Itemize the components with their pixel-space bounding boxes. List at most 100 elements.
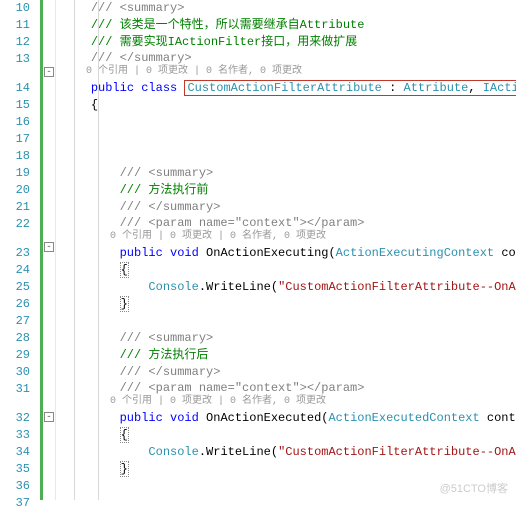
code-line[interactable]: /// <summary> <box>62 165 516 182</box>
change-bar <box>40 0 43 500</box>
code-lens[interactable]: 0 个引用 | 0 项更改 | 0 名作者, 0 项更改 <box>110 231 516 243</box>
method: WriteLine <box>206 445 271 459</box>
code-lens[interactable]: 0 个引用 | 0 项更改 | 0 名作者, 0 项更改 <box>110 396 516 408</box>
code-line[interactable]: } <box>62 461 516 478</box>
type: IActionFilter <box>483 81 516 95</box>
type: ActionExecutedContext <box>328 411 479 425</box>
comment: /// 方法执行前 <box>120 183 209 197</box>
xml-doc: /// <summary> <box>120 166 214 180</box>
xml-doc: /// </summary> <box>120 200 221 214</box>
line-number: 31 <box>0 381 30 410</box>
line-number: 28 <box>0 330 30 347</box>
code-line[interactable]: { <box>62 262 516 279</box>
keyword: void <box>170 411 199 425</box>
line-number: 34 <box>0 444 30 461</box>
code-line[interactable]: { <box>62 427 516 444</box>
indent-guide <box>98 0 99 500</box>
type: Console <box>148 280 198 294</box>
line-number-gutter: 10 11 12 13 14 15 16 17 18 19 20 21 22 2… <box>0 0 40 500</box>
fold-toggle[interactable]: - <box>44 412 54 422</box>
comment: /// 该类是一个特性，所以需要继承自Attribute <box>91 18 365 32</box>
line-number: 33 <box>0 427 30 444</box>
xml-doc: /// <param name="context"></param> <box>120 216 365 230</box>
xml-doc: /// </summary> <box>91 51 192 65</box>
code-line[interactable]: /// 该类是一个特性，所以需要继承自Attribute <box>62 17 516 34</box>
code-line[interactable] <box>62 131 516 148</box>
line-number: 11 <box>0 17 30 34</box>
code-line[interactable] <box>62 114 516 131</box>
type: CustomActionFilterAttribute <box>187 81 381 95</box>
code-line[interactable]: /// </summary> <box>62 199 516 216</box>
line-number: 17 <box>0 131 30 148</box>
code-lens[interactable]: 0 个引用 | 0 项更改 | 0 名作者, 0 项更改 <box>86 66 516 78</box>
type: ActionExecutingContext <box>336 246 494 260</box>
brace: { <box>120 427 129 443</box>
code-area[interactable]: /// <summary> /// 该类是一个特性，所以需要继承自Attribu… <box>56 0 516 500</box>
method: OnActionExecuted <box>206 411 321 425</box>
xml-doc: /// <summary> <box>91 1 185 15</box>
line-number: 26 <box>0 296 30 313</box>
keyword: void <box>170 246 199 260</box>
code-line[interactable]: /// 方法执行后 <box>62 347 516 364</box>
code-editor: 10 11 12 13 14 15 16 17 18 19 20 21 22 2… <box>0 0 516 500</box>
line-number: 12 <box>0 34 30 51</box>
brace: { <box>120 262 129 278</box>
method: OnActionExecuting <box>206 246 328 260</box>
code-line[interactable]: /// </summary>0 个引用 | 0 项更改 | 0 名作者, 0 项… <box>62 51 516 80</box>
keyword: public <box>120 411 163 425</box>
indent-guide <box>74 0 75 500</box>
xml-doc: /// <summary> <box>120 331 214 345</box>
fold-rail: - - - <box>40 0 56 500</box>
keyword: public <box>120 246 163 260</box>
string: "CustomActionFilterAttribute--OnActionEx… <box>278 280 516 294</box>
code-line[interactable]: { <box>62 97 516 114</box>
class-declaration-highlight: CustomActionFilterAttribute : Attribute,… <box>184 80 516 96</box>
fold-toggle[interactable]: - <box>44 67 54 77</box>
keyword: class <box>141 81 177 95</box>
code-line[interactable]: public class CustomActionFilterAttribute… <box>62 80 516 97</box>
line-number: 10 <box>0 0 30 17</box>
brace: } <box>120 461 129 477</box>
fold-toggle[interactable]: - <box>44 242 54 252</box>
line-number: 16 <box>0 114 30 131</box>
line-number: 21 <box>0 199 30 216</box>
code-line[interactable] <box>62 148 516 165</box>
line-number: 35 <box>0 461 30 478</box>
line-number: 13 <box>0 51 30 80</box>
line-number: 24 <box>0 262 30 279</box>
code-line[interactable]: /// <summary> <box>62 330 516 347</box>
code-line[interactable]: /// <param name="context"></param>0 个引用 … <box>62 216 516 245</box>
line-number: 36 <box>0 478 30 495</box>
code-line[interactable]: Console.WriteLine("CustomActionFilterAtt… <box>62 444 516 461</box>
line-number: 22 <box>0 216 30 245</box>
watermark: @51CTO博客 <box>440 480 508 496</box>
type: Attribute <box>404 81 469 95</box>
line-number: 14 <box>0 80 30 97</box>
type: Console <box>148 445 198 459</box>
line-number: 15 <box>0 97 30 114</box>
line-number: 20 <box>0 182 30 199</box>
code-line[interactable]: } <box>62 296 516 313</box>
method: WriteLine <box>206 280 271 294</box>
code-line[interactable]: public void OnActionExecuted(ActionExecu… <box>62 410 516 427</box>
code-line[interactable]: /// 需要实现IActionFilter接口，用来做扩展 <box>62 34 516 51</box>
code-line[interactable]: /// <param name="context"></param>0 个引用 … <box>62 381 516 410</box>
line-number: 23 <box>0 245 30 262</box>
line-number: 32 <box>0 410 30 427</box>
comment: /// 需要实现IActionFilter接口，用来做扩展 <box>91 35 357 49</box>
code-line[interactable]: /// 方法执行前 <box>62 182 516 199</box>
line-number: 25 <box>0 279 30 296</box>
code-line[interactable]: public void OnActionExecuting(ActionExec… <box>62 245 516 262</box>
code-line[interactable]: Console.WriteLine("CustomActionFilterAtt… <box>62 279 516 296</box>
xml-doc: /// </summary> <box>120 365 221 379</box>
code-line[interactable] <box>62 495 516 512</box>
param: context <box>501 246 516 260</box>
param: context <box>487 411 516 425</box>
code-line[interactable]: /// <summary> <box>62 0 516 17</box>
code-line[interactable]: /// </summary> <box>62 364 516 381</box>
xml-doc: /// <param name="context"></param> <box>120 381 365 395</box>
comment: /// 方法执行后 <box>120 348 209 362</box>
code-line[interactable] <box>62 313 516 330</box>
line-number: 19 <box>0 165 30 182</box>
line-number: 37 <box>0 495 30 512</box>
